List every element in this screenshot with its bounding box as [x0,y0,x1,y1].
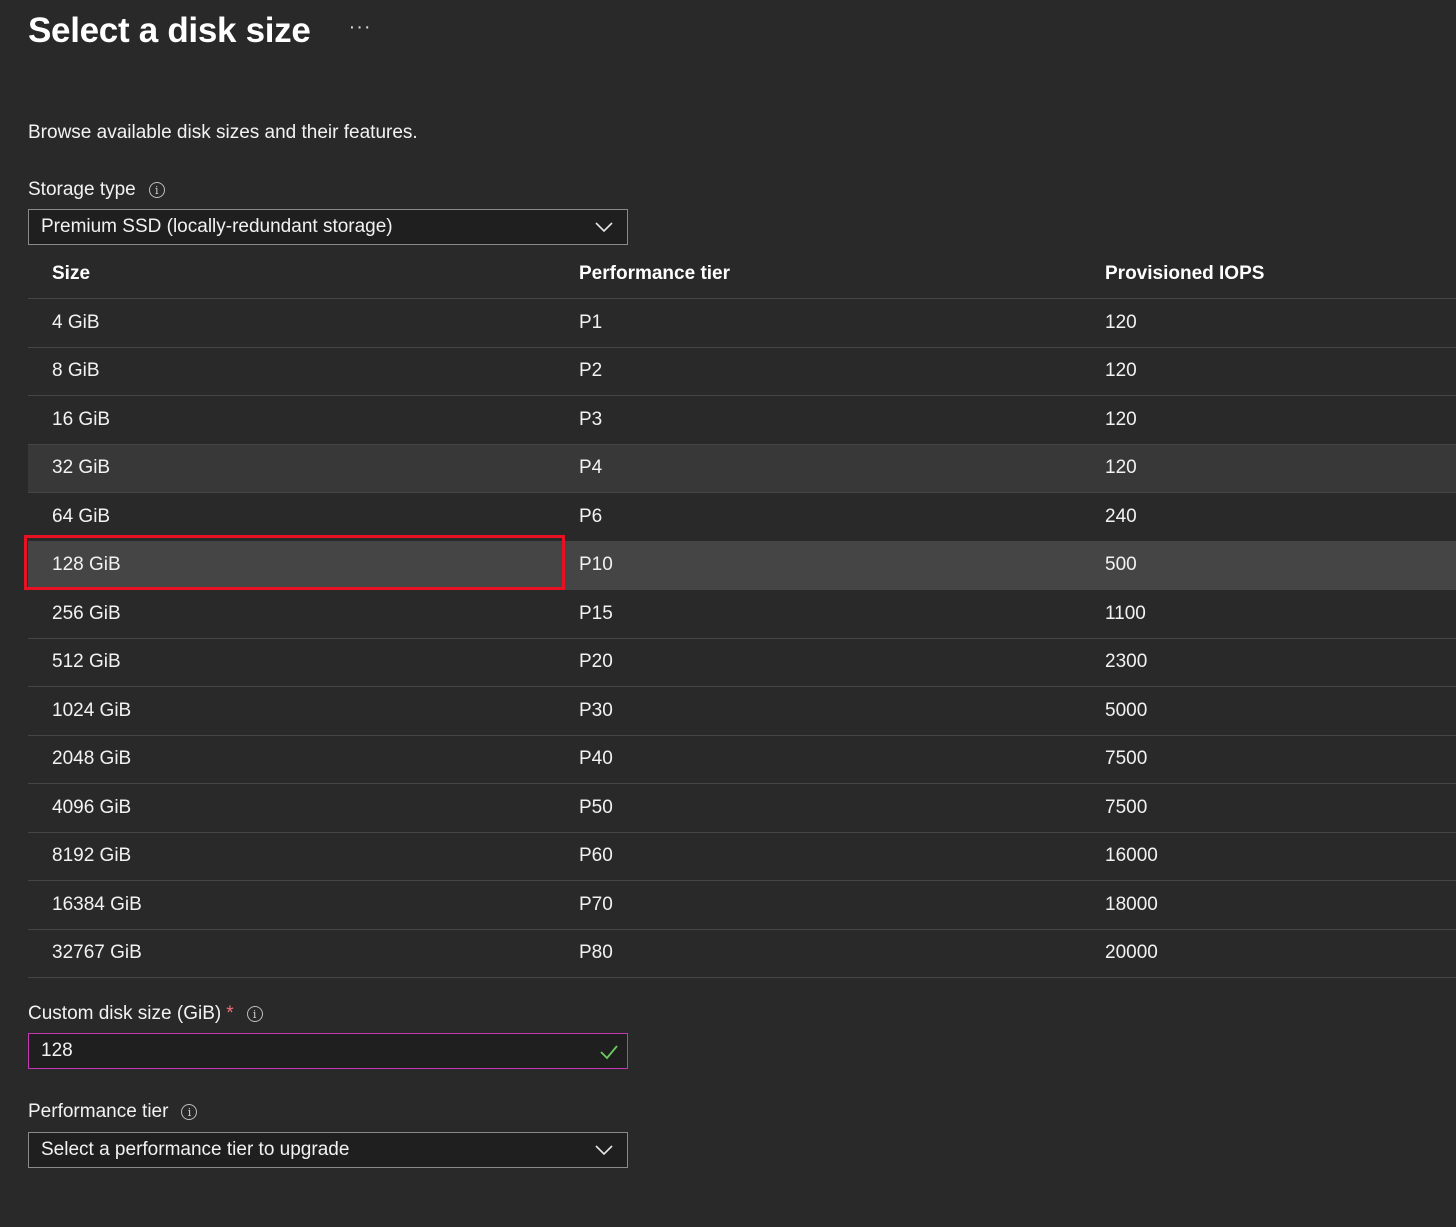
column-header-size[interactable]: Size [28,263,555,285]
performance-tier-cell: P80 [579,942,613,964]
iops-cell: 7500 [1105,748,1148,770]
disk-size-panel: Select a disk size ··· Browse available … [0,0,1456,1227]
custom-size-value: 128 [41,1040,73,1061]
chevron-down-icon [595,1145,613,1156]
size-cell: 2048 GiB [52,748,132,770]
iops-cell: 240 [1105,505,1137,527]
size-cell: 32767 GiB [52,942,142,964]
performance-tier-cell: P30 [579,699,613,721]
table-row[interactable]: 2048 GiB P40 7500 [28,736,1456,784]
table-header: Size Performance tier Provisioned IOPS [28,250,1456,299]
info-icon[interactable]: i [148,182,165,198]
iops-cell: 500 [1105,554,1137,576]
size-cell: 4 GiB [52,311,100,333]
iops-cell: 5000 [1105,699,1148,721]
iops-cell: 2300 [1105,651,1148,673]
performance-tier-cell: P2 [579,360,603,382]
disk-size-table: Size Performance tier Provisioned IOPS 4… [28,250,1456,978]
info-icon[interactable]: i [246,1006,263,1022]
performance-tier-placeholder: Select a performance tier to upgrade [41,1139,350,1160]
table-row[interactable]: 512 GiB P20 2300 [28,639,1456,687]
table-row[interactable]: 4 GiB P1 120 [28,299,1456,348]
storage-type-value: Premium SSD (locally-redundant storage) [41,216,393,237]
performance-tier-label-row: Performance tier i [28,1101,198,1123]
size-cell: 32 GiB [52,457,111,479]
iops-cell: 20000 [1105,942,1158,964]
size-cell: 4096 GiB [52,796,132,818]
performance-tier-dropdown[interactable]: Select a performance tier to upgrade [28,1132,628,1168]
table-row[interactable]: 16 GiB P3 120 [28,396,1456,445]
custom-size-label-row: Custom disk size (GiB) * i [28,1003,263,1025]
size-cell: 16384 GiB [52,893,142,915]
required-indicator: * [226,1003,234,1024]
storage-type-label-row: Storage type i [28,179,165,201]
chevron-down-icon [595,222,613,233]
iops-cell: 16000 [1105,845,1158,867]
iops-cell: 18000 [1105,893,1158,915]
table-row[interactable]: 8 GiB P2 120 [28,348,1456,396]
table-row[interactable]: 4096 GiB P50 7500 [28,784,1456,833]
performance-tier-cell: P1 [579,311,603,333]
performance-tier-cell: P3 [579,408,603,430]
checkmark-icon [600,1045,618,1060]
storage-type-label: Storage type [28,179,136,200]
size-cell: 8 GiB [52,360,100,382]
size-cell: 128 GiB [52,554,121,576]
performance-tier-cell: P70 [579,893,613,915]
performance-tier-cell: P60 [579,845,613,867]
iops-cell: 120 [1105,457,1137,479]
performance-tier-cell: P40 [579,748,613,770]
size-cell: 256 GiB [52,602,121,624]
table-body: 4 GiB P1 120 8 GiB P2 120 16 GiB P3 120 32 GiB P4 1… [28,299,1456,978]
table-row[interactable]: 64 GiB P6 240 [28,493,1456,542]
info-icon[interactable]: i [181,1104,198,1120]
custom-size-label: Custom disk size (GiB) [28,1003,222,1024]
iops-cell: 1100 [1105,602,1146,624]
table-row[interactable]: 32 GiB P4 120 [28,444,1456,493]
table-row[interactable]: 256 GiB P15 1100 [28,590,1456,639]
table-row[interactable]: 128 GiB P10 500 [28,541,1456,590]
table-row[interactable]: 8192 GiB P60 16000 [28,833,1456,881]
iops-cell: 120 [1105,408,1137,430]
iops-cell: 7500 [1105,796,1148,818]
performance-tier-cell: P50 [579,796,613,818]
page-description: Browse available disk sizes and their fe… [28,122,418,143]
size-cell: 512 GiB [52,651,121,673]
storage-type-dropdown[interactable]: Premium SSD (locally-redundant storage) [28,209,628,245]
performance-tier-cell: P15 [579,602,613,624]
iops-cell: 120 [1105,360,1137,382]
performance-tier-cell: P6 [579,505,603,527]
size-cell: 64 GiB [52,505,111,527]
table-row[interactable]: 32767 GiB P80 20000 [28,930,1456,978]
table-row[interactable]: 16384 GiB P70 18000 [28,881,1456,930]
size-cell: 16 GiB [52,408,111,430]
size-cell: 8192 GiB [52,845,132,867]
title-row: Select a disk size ··· [28,8,372,54]
more-options-icon[interactable]: ··· [349,16,372,39]
performance-tier-cell: P4 [579,457,603,479]
performance-tier-cell: P20 [579,651,613,673]
size-cell: 1024 GiB [52,699,132,721]
custom-size-input[interactable]: 128 [28,1033,628,1069]
performance-tier-cell: P10 [579,554,613,576]
iops-cell: 120 [1105,311,1137,333]
column-header-performance-tier[interactable]: Performance tier [555,263,1081,285]
table-row[interactable]: 1024 GiB P30 5000 [28,687,1456,736]
column-header-provisioned-iops[interactable]: Provisioned IOPS [1081,263,1456,285]
page-title: Select a disk size [28,11,311,50]
performance-tier-label: Performance tier [28,1101,169,1122]
